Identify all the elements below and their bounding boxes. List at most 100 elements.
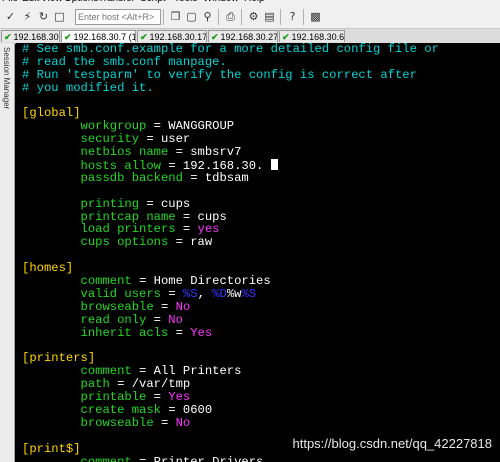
terminal-text-segment: = Home Directories bbox=[131, 274, 271, 289]
reconnect-icon[interactable]: ↻ bbox=[36, 9, 51, 24]
terminal-text-segment: printcap name bbox=[22, 209, 176, 224]
connected-check-icon: ✔ bbox=[211, 32, 219, 42]
connect-icon[interactable]: ✓ bbox=[3, 9, 18, 24]
terminal-text-segment: comment bbox=[22, 274, 132, 289]
terminal-text-segment: browseable bbox=[22, 299, 154, 314]
session-tab[interactable]: ✔ 192.168.30.7 (1) bbox=[61, 30, 136, 42]
terminal-cursor bbox=[270, 159, 278, 171]
session-tab-label: 192.168.30.6 bbox=[291, 32, 345, 42]
terminal-text-segment: = bbox=[160, 286, 183, 301]
terminal-text-segment: browseable bbox=[22, 415, 154, 430]
terminal-text-segment: comment bbox=[22, 364, 132, 379]
map-icon[interactable]: ▩ bbox=[308, 9, 323, 24]
terminal-text-segment: # read the smb.conf manpage. bbox=[22, 54, 227, 69]
disconnect-icon[interactable]: □ bbox=[52, 9, 67, 24]
terminal-text-segment: %S bbox=[241, 286, 257, 301]
terminal-text-segment: %D bbox=[212, 286, 227, 301]
terminal-text-segment: yes bbox=[197, 222, 220, 237]
terminal-text-segment: = /var/tmp bbox=[109, 377, 191, 392]
terminal-text-segment: load printers bbox=[22, 222, 176, 237]
terminal-text-segment: security bbox=[22, 132, 140, 147]
connected-check-icon: ✔ bbox=[282, 32, 290, 42]
host-input[interactable] bbox=[75, 9, 161, 25]
watermark: https://blog.csdn.net/qq_42227818 bbox=[292, 436, 493, 451]
menu-item-transfer[interactable]: Transfer bbox=[98, 0, 135, 4]
terminal-line: passdb backend = tdbsam bbox=[22, 170, 439, 185]
toolbar-divider bbox=[280, 9, 281, 25]
session-manager-label[interactable]: Session Manager bbox=[2, 47, 11, 109]
terminal-line: inherit acls = Yes bbox=[22, 325, 439, 340]
find-icon[interactable]: ⚲ bbox=[200, 9, 215, 24]
terminal-text-segment: inherit acls bbox=[22, 325, 169, 340]
terminal-text-segment: = Printer Drivers bbox=[131, 454, 264, 462]
session-tab-label: 192.168.30.27 bbox=[220, 32, 278, 42]
paste-icon[interactable]: ▢ bbox=[184, 9, 199, 24]
terminal-text-segment: No bbox=[175, 299, 191, 314]
terminal-text-segment: %w bbox=[226, 286, 242, 301]
terminal-line: cups options = raw bbox=[22, 236, 439, 249]
toolbar: ✓ ⚡ ↻ □ ❐ ▢ ⚲ ⎙ ⚙ ▤ ? ▩ bbox=[0, 6, 500, 29]
toolbar-divider bbox=[303, 9, 304, 25]
terminal-text-segment: read only bbox=[22, 312, 147, 327]
terminal-text-segment: = user bbox=[139, 132, 191, 147]
session-tab-bar: ✔192.168.30.7✔192.168.30.7 (1)✔192.168.3… bbox=[0, 29, 500, 44]
connected-check-icon: ✔ bbox=[4, 32, 12, 42]
session-tab[interactable]: ✔ 192.168.30.27 bbox=[208, 30, 278, 42]
terminal-text-segment: [print$] bbox=[22, 441, 81, 456]
terminal-text-segment: = bbox=[168, 325, 191, 340]
terminal-text-segment: = cups bbox=[139, 196, 191, 211]
session-tab-label: 192.168.30.17 bbox=[149, 32, 207, 42]
terminal-line: # you modified it. bbox=[22, 80, 439, 95]
session-tab[interactable]: ✔192.168.30.7 bbox=[1, 30, 60, 42]
menu-item-tools[interactable]: Tools bbox=[174, 0, 197, 4]
session-tab[interactable]: ✔ 192.168.30.17 bbox=[137, 30, 207, 42]
menu-item-options[interactable]: Options bbox=[64, 0, 98, 4]
terminal-text-segment: = raw bbox=[168, 235, 213, 250]
terminal-text: # See smb.conf.example for a more detail… bbox=[22, 43, 439, 462]
help-icon[interactable]: ? bbox=[285, 9, 300, 24]
terminal-text-segment: passdb backend bbox=[22, 170, 183, 185]
menu-item-window[interactable]: Window bbox=[203, 0, 239, 4]
menu-item-file[interactable]: File bbox=[2, 0, 18, 4]
terminal-text-segment: # you modified it. bbox=[22, 80, 154, 95]
terminal-text-segment: printing bbox=[22, 196, 140, 211]
terminal-text-segment: = bbox=[153, 415, 176, 430]
terminal-text-segment: comment bbox=[22, 454, 132, 462]
terminal-text-segment: workgroup bbox=[22, 119, 147, 134]
terminal-text-segment: = WANGGROUP bbox=[146, 119, 235, 134]
session-tab[interactable]: ✔ 192.168.30.6 bbox=[279, 30, 345, 42]
copy-icon[interactable]: ❐ bbox=[168, 9, 183, 24]
terminal-text-segment: %S bbox=[182, 286, 198, 301]
sftp-icon[interactable]: ▤ bbox=[262, 9, 277, 24]
terminal-text-segment: create mask bbox=[22, 402, 161, 417]
terminal-text-segment: netbios name bbox=[22, 145, 169, 160]
terminal-text-segment: No bbox=[175, 415, 191, 430]
connected-check-icon: ✔ bbox=[140, 32, 148, 42]
terminal-text-segment: = bbox=[146, 312, 169, 327]
session-tab-label: 192.168.30.7 bbox=[13, 32, 59, 42]
menu-item-edit[interactable]: Edit bbox=[22, 0, 39, 4]
lightning-icon[interactable]: ⚡ bbox=[20, 9, 35, 24]
terminal-line: comment = Printer Drivers bbox=[22, 454, 439, 462]
menu-item-help[interactable]: Help bbox=[244, 0, 265, 4]
toolbar-divider bbox=[163, 9, 164, 25]
settings-icon[interactable]: ⚙ bbox=[246, 9, 261, 24]
connected-check-icon: ✔ bbox=[64, 32, 72, 42]
session-manager-panel[interactable]: Session Manager bbox=[0, 43, 15, 462]
terminal-text-segment: Yes bbox=[168, 390, 191, 405]
terminal-text-segment: No bbox=[168, 312, 183, 327]
terminal-text-segment: = bbox=[153, 299, 176, 314]
terminal-text-segment: = All Printers bbox=[131, 364, 242, 379]
terminal-area[interactable]: # See smb.conf.example for a more detail… bbox=[16, 43, 500, 462]
terminal-text-segment: = cups bbox=[175, 209, 227, 224]
terminal-text-segment: cups options bbox=[22, 235, 169, 250]
menu-item-view[interactable]: View bbox=[41, 0, 63, 4]
terminal-text-segment: = smbsrv7 bbox=[168, 145, 242, 160]
terminal-text-segment: [global] bbox=[22, 106, 81, 121]
toolbar-divider bbox=[241, 9, 242, 25]
print-icon[interactable]: ⎙ bbox=[223, 9, 238, 24]
menu-item-script[interactable]: Script bbox=[140, 0, 166, 4]
terminal-text-segment: path bbox=[22, 377, 110, 392]
